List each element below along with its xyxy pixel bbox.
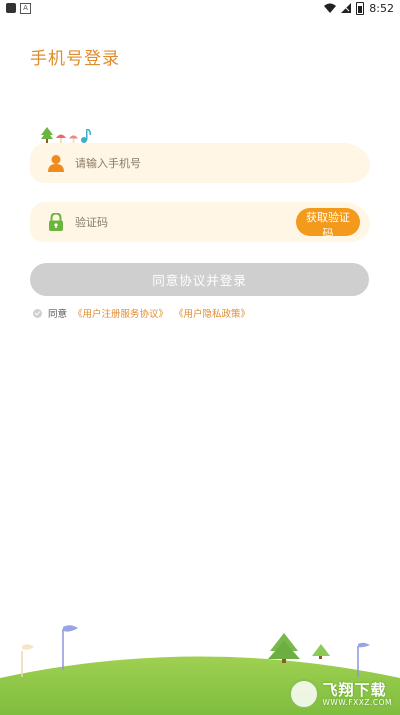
agreement-prefix: 同意	[48, 309, 68, 320]
watermark-subtitle: WWW.FXXZ.COM	[322, 697, 392, 707]
tree-right-icon	[268, 633, 300, 663]
user-icon	[48, 155, 64, 172]
watermark-text: 飞翔下载 WWW.FXXZ.COM	[323, 682, 393, 707]
wifi-icon	[324, 3, 337, 13]
phone-input[interactable]	[73, 155, 277, 171]
status-bar: A 8:52	[0, 0, 400, 16]
watermark: 飞翔下载 WWW.FXXZ.COM	[288, 679, 393, 709]
tree-small-icon	[312, 644, 330, 659]
page-title: 手机号登录	[30, 49, 120, 69]
flag-middle-icon	[62, 625, 78, 670]
login-button[interactable]: 同意协议并登录	[30, 263, 369, 296]
app-notification-icon: A	[20, 2, 31, 14]
mushroom-small-icon	[69, 135, 78, 143]
agreement-checkbox[interactable]	[33, 308, 42, 318]
agreement-row: 同意 《用户注册服务协议》 《用户隐私政策》	[33, 306, 250, 320]
status-bar-right: 8:52	[324, 1, 394, 15]
tree-icon	[41, 127, 53, 143]
get-code-button[interactable]: 获取验证码	[296, 208, 360, 240]
code-input[interactable]	[73, 214, 277, 230]
status-time: 8:52	[369, 1, 394, 15]
privacy-policy-link[interactable]: 《用户隐私政策》	[174, 306, 250, 320]
user-agreement-link[interactable]: 《用户注册服务协议》	[73, 306, 168, 320]
decoration-icons	[41, 127, 91, 143]
signal-icon	[341, 3, 352, 13]
mushroom-icon	[56, 134, 66, 143]
phone-input-row	[30, 143, 370, 183]
status-bar-left: A	[6, 2, 31, 14]
code-input-row: 获取验证码	[30, 202, 370, 242]
watermark-title: 飞翔下载	[322, 680, 387, 699]
watermark-logo-icon	[288, 679, 319, 709]
notification-icon	[6, 3, 16, 13]
lock-icon	[49, 213, 63, 231]
music-note-icon	[81, 129, 91, 143]
battery-icon	[356, 1, 365, 15]
